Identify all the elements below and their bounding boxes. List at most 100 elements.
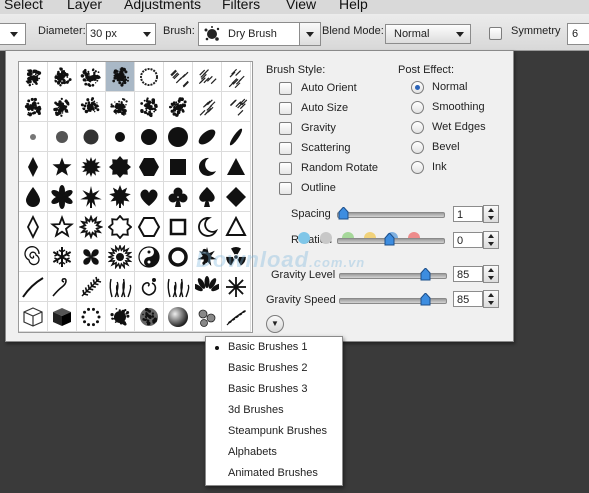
- brush-cell[interactable]: [48, 302, 77, 332]
- menu-select[interactable]: Select: [4, 0, 43, 12]
- symmetry-checkbox[interactable]: [489, 27, 502, 40]
- brush-cell[interactable]: [48, 152, 77, 182]
- brush-cell[interactable]: [77, 302, 106, 332]
- menu-view[interactable]: View: [286, 0, 316, 12]
- brush-cell[interactable]: [193, 92, 222, 122]
- brush-cell[interactable]: [77, 92, 106, 122]
- brush-style-checkbox[interactable]: [279, 162, 292, 175]
- post-effect-radio[interactable]: [411, 81, 424, 94]
- brush-cell[interactable]: [19, 272, 48, 302]
- brush-cell[interactable]: [164, 152, 193, 182]
- brush-set-menu-item[interactable]: Basic Brushes 1: [206, 337, 342, 358]
- brush-cell[interactable]: [164, 302, 193, 332]
- menu-help[interactable]: Help: [339, 0, 368, 12]
- brush-cell[interactable]: [193, 212, 222, 242]
- brush-cell[interactable]: [48, 182, 77, 212]
- menu-filters[interactable]: Filters: [222, 0, 260, 12]
- brush-cell[interactable]: [164, 122, 193, 152]
- brush-cell[interactable]: [48, 272, 77, 302]
- brush-style-checkbox[interactable]: [279, 122, 292, 135]
- spacing-slider-track[interactable]: [337, 212, 445, 218]
- brush-cell[interactable]: [106, 182, 135, 212]
- brush-cell[interactable]: [106, 62, 135, 92]
- brush-cell[interactable]: [222, 212, 251, 242]
- brush-set-expand-button[interactable]: ▼: [266, 315, 284, 333]
- brush-cell[interactable]: [135, 152, 164, 182]
- brush-cell[interactable]: [222, 182, 251, 212]
- brush-cell[interactable]: [164, 242, 193, 272]
- brush-cell[interactable]: [193, 182, 222, 212]
- brush-cell[interactable]: [77, 62, 106, 92]
- brush-cell[interactable]: [77, 182, 106, 212]
- brush-set-menu-item[interactable]: 3d Brushes: [206, 400, 342, 421]
- spacing-field[interactable]: 1: [453, 206, 483, 222]
- brush-cell[interactable]: [193, 302, 222, 332]
- menu-adjustments[interactable]: Adjustments: [124, 0, 201, 12]
- brush-cell[interactable]: [135, 212, 164, 242]
- brush-set-menu-item[interactable]: Animated Brushes: [206, 463, 342, 484]
- brush-cell[interactable]: [135, 122, 164, 152]
- brush-cell[interactable]: [135, 272, 164, 302]
- brush-cell[interactable]: [222, 152, 251, 182]
- brush-cell[interactable]: [77, 152, 106, 182]
- brush-set-menu-item[interactable]: Basic Brushes 2: [206, 358, 342, 379]
- brush-cell[interactable]: [48, 62, 77, 92]
- brush-style-checkbox[interactable]: [279, 82, 292, 95]
- brush-cell[interactable]: [193, 152, 222, 182]
- brush-cell[interactable]: [222, 92, 251, 122]
- brush-cell[interactable]: [77, 272, 106, 302]
- gravity-speed-slider-thumb[interactable]: [420, 293, 431, 306]
- brush-cell[interactable]: [19, 212, 48, 242]
- brush-set-menu-item[interactable]: Alphabets: [206, 442, 342, 463]
- brush-cell[interactable]: [106, 122, 135, 152]
- brush-cell[interactable]: [135, 92, 164, 122]
- brush-style-checkbox[interactable]: [279, 142, 292, 155]
- post-effect-radio[interactable]: [411, 101, 424, 114]
- brush-cell[interactable]: [135, 242, 164, 272]
- brush-set-menu-item[interactable]: Steampunk Brushes: [206, 421, 342, 442]
- brush-cell[interactable]: [164, 212, 193, 242]
- brush-cell[interactable]: [19, 182, 48, 212]
- gravity-level-slider-thumb[interactable]: [420, 268, 431, 281]
- brush-set-menu-item[interactable]: Basic Brushes 3: [206, 379, 342, 400]
- brush-cell[interactable]: [193, 272, 222, 302]
- brush-cell[interactable]: [135, 62, 164, 92]
- brush-cell[interactable]: [135, 302, 164, 332]
- brush-cell[interactable]: [48, 242, 77, 272]
- symmetry-field[interactable]: 6: [567, 23, 589, 45]
- post-effect-radio[interactable]: [411, 121, 424, 134]
- gravity-level-stepper[interactable]: [483, 265, 499, 283]
- spacing-stepper[interactable]: [483, 205, 499, 223]
- gravity-speed-slider-track[interactable]: [339, 298, 447, 304]
- tool-preset-dropdown[interactable]: [0, 23, 26, 45]
- brush-cell[interactable]: [164, 182, 193, 212]
- gravity-level-slider-track[interactable]: [339, 273, 447, 279]
- brush-cell[interactable]: [19, 122, 48, 152]
- brush-cell[interactable]: [48, 212, 77, 242]
- brush-cell[interactable]: [164, 92, 193, 122]
- post-effect-radio[interactable]: [411, 161, 424, 174]
- gravity-level-field[interactable]: 85: [453, 266, 483, 282]
- brush-cell[interactable]: [135, 182, 164, 212]
- brush-cell[interactable]: [106, 92, 135, 122]
- menu-layer[interactable]: Layer: [67, 0, 102, 12]
- brush-cell[interactable]: [77, 242, 106, 272]
- brush-cell[interactable]: [77, 122, 106, 152]
- brush-cell[interactable]: [106, 272, 135, 302]
- brush-cell[interactable]: [222, 62, 251, 92]
- gravity-speed-stepper[interactable]: [483, 290, 499, 308]
- rotation-field[interactable]: 0: [453, 232, 483, 248]
- brush-cell[interactable]: [19, 152, 48, 182]
- brush-cell[interactable]: [48, 92, 77, 122]
- brush-dropdown[interactable]: Dry Brush: [198, 22, 321, 46]
- brush-cell[interactable]: [19, 242, 48, 272]
- brush-cell[interactable]: [106, 212, 135, 242]
- brush-cell[interactable]: [164, 62, 193, 92]
- post-effect-radio[interactable]: [411, 141, 424, 154]
- brush-cell[interactable]: [222, 272, 251, 302]
- diameter-field[interactable]: 30 px: [86, 23, 156, 45]
- brush-cell[interactable]: [106, 302, 135, 332]
- brush-dropdown-button[interactable]: [299, 23, 320, 45]
- gravity-speed-field[interactable]: 85: [453, 291, 483, 307]
- brush-cell[interactable]: [222, 122, 251, 152]
